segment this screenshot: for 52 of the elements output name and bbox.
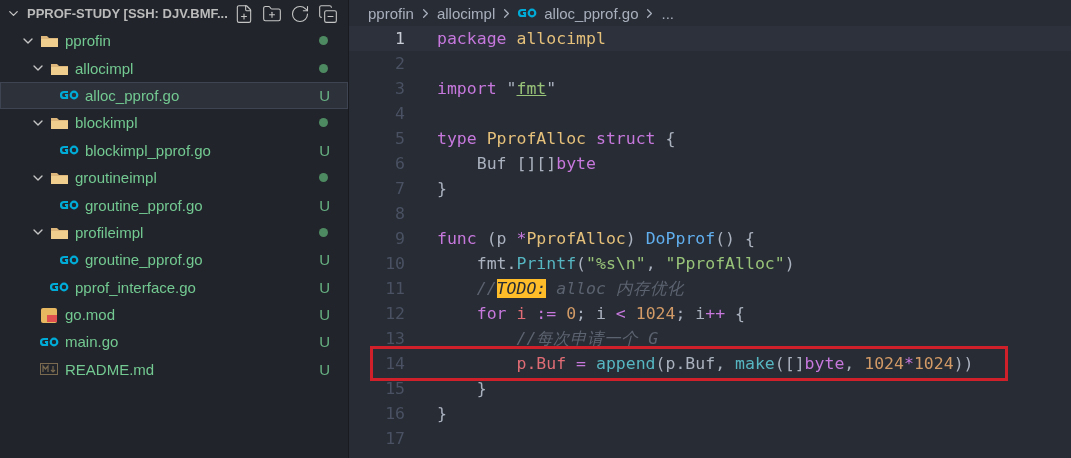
line-number: 1 <box>394 29 406 48</box>
status-letter: U <box>319 333 330 351</box>
code-line: package allocimpl <box>437 29 606 48</box>
code-line: func (p *PprofAlloc) DoPprof() { <box>437 229 755 248</box>
code-line: p.Buf = append(p.Buf, make([]byte, 1024*1024)) <box>515 354 974 373</box>
status-letter: U <box>319 251 330 269</box>
file-item[interactable]: main.go U <box>0 328 348 356</box>
folder-item[interactable]: profileimpl <box>0 218 348 247</box>
status-letter: U <box>319 141 330 159</box>
file-item[interactable]: blockimpl_pprof.go U <box>0 136 348 164</box>
folder-item[interactable]: groutineimpl <box>0 163 348 192</box>
code-line: //每次申请一个 G <box>515 327 659 350</box>
markdown-icon <box>40 363 58 376</box>
status-letter: U <box>319 278 330 296</box>
code-line: import "fmt" <box>437 79 557 98</box>
file-item[interactable]: README.md U <box>0 355 348 384</box>
code-line: } <box>475 379 487 398</box>
file-item[interactable]: groutine_pprof.go U <box>0 246 348 274</box>
status-letter: U <box>319 86 330 104</box>
go-icon <box>60 254 80 265</box>
file-item[interactable]: alloc_pprof.go U <box>0 81 348 110</box>
package-icon <box>40 305 58 324</box>
folder-item[interactable]: blockimpl <box>0 109 348 137</box>
go-icon <box>50 282 70 293</box>
code-line: for i := 0; i < 1024; i++ { <box>475 304 746 323</box>
folder-icon <box>40 33 59 49</box>
folder-item[interactable]: pprofin <box>0 27 348 55</box>
code-line: } <box>437 179 447 198</box>
status-letter: U <box>319 360 330 378</box>
workspace-title[interactable]: PPROF-STUDY [SSH: DJV.BMF... <box>27 6 228 21</box>
code-line: } <box>437 404 447 423</box>
go-icon <box>60 90 80 101</box>
code-line: //TODO: alloc 内存优化 <box>475 277 684 300</box>
file-item[interactable]: groutine_pprof.go U <box>0 191 348 219</box>
code-line: Buf [][]byte <box>475 154 596 173</box>
file-item[interactable]: pprof_interface.go U <box>0 273 348 301</box>
breadcrumb-item[interactable]: alloc_pprof.go <box>518 4 639 22</box>
code-line: fmt.Printf("%s\n", "PprofAlloc") <box>475 254 795 273</box>
breadcrumb-item[interactable]: allocimpl <box>436 4 496 22</box>
status-letter: U <box>319 306 330 324</box>
go-icon <box>40 337 60 347</box>
file-item[interactable]: go.mod U <box>0 300 348 329</box>
code-line: type PprofAlloc struct { <box>437 129 676 148</box>
go-icon <box>60 145 80 156</box>
folder-icon <box>50 170 69 186</box>
go-icon <box>518 8 539 18</box>
breadcrumb-item[interactable]: pprofin <box>368 4 414 22</box>
go-icon <box>60 200 80 211</box>
breadcrumb-item[interactable]: ... <box>661 4 674 22</box>
folder-item[interactable]: allocimpl <box>0 54 348 82</box>
folder-icon <box>50 115 69 131</box>
status-letter: U <box>319 196 330 214</box>
